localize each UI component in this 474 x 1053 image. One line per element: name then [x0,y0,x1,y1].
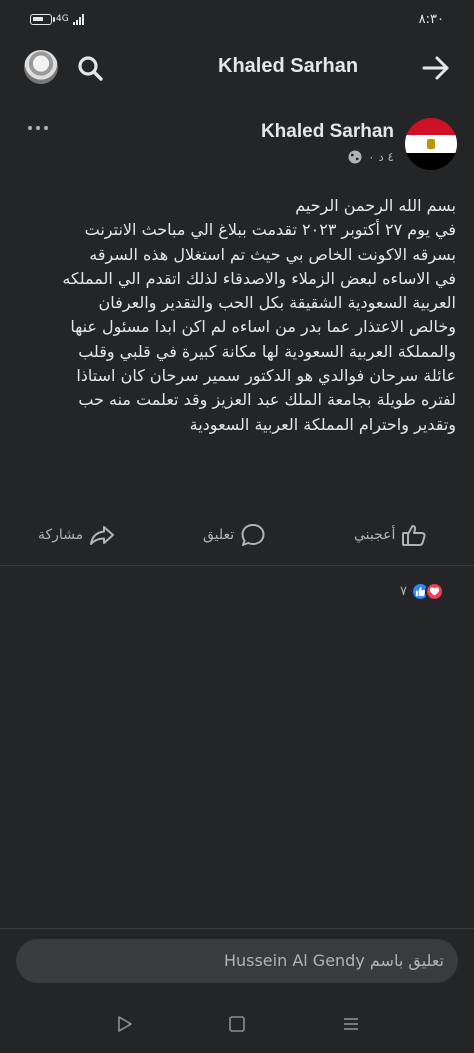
post-actions: مشاركة تعليق أعجبني [0,515,474,557]
share-button[interactable]: مشاركة [38,522,115,548]
like-button[interactable]: أعجبني [354,522,427,548]
author-avatar[interactable] [405,118,457,170]
post-line: بسم الله الرحمن الرحيم [295,196,456,215]
comment-bar: تعليق باسم Hussein Al Gendy [0,928,474,996]
globe-icon [348,150,362,164]
avatar[interactable] [24,50,58,84]
status-time: ٨:٣٠ [418,12,444,27]
post-line: والمملكة العربية السعودية لها مكانة كبير… [78,341,456,361]
comment-label: تعليق [203,527,235,543]
post-line: عائلة سرحان فوالدي هو الدكتور سمير سرحان… [76,366,456,386]
top-app-bar: Khaled Sarhan [0,42,474,94]
more-icon[interactable] [28,122,50,134]
love-reaction-icon [424,582,444,601]
status-bar: 4G ٨:٣٠ [0,0,474,40]
status-icons: 4G [30,14,84,25]
nav-home-icon[interactable] [227,1014,247,1034]
nav-recent-icon[interactable] [341,1014,361,1034]
share-label: مشاركة [38,527,84,543]
post-author-name[interactable]: Khaled Sarhan [261,121,394,143]
battery-icon [30,14,55,25]
post-line: لفتره طويلة بجامعة الملك عبد العزيز وقد … [78,390,456,410]
arrow-right-icon[interactable] [420,52,452,84]
divider [0,565,474,566]
post-line: وخالص الاعتذار عما بدر من اساءه لم اكن ا… [70,317,456,337]
search-icon[interactable] [76,54,104,82]
reaction-count: ٧ [400,584,407,599]
post-line: العربية السعودية الشقيقة بكل الحب والتقد… [98,293,456,313]
like-icon [402,525,427,546]
post-line: وتقدير واحترام المملكة العربية السعودية [189,414,456,434]
post-time: ٤ د ٠ [368,150,394,164]
post-line: في الاساءه لبعض الزملاء والاصدقاء لذلك ا… [62,268,456,288]
system-nav-bar [0,996,474,1053]
like-label: أعجبني [354,527,396,543]
signal-icon [72,14,84,25]
nav-back-icon[interactable] [115,1014,135,1034]
post-text: بسم الله الرحمن الرحيم في يوم ٢٧ أكتوبر … [24,194,456,437]
comment-icon [241,524,265,546]
network-type: 4G [56,14,69,24]
share-icon [90,526,115,545]
page-title: Khaled Sarhan [218,55,359,77]
comment-button[interactable]: تعليق [203,522,266,548]
post-meta: ٤ د ٠ [348,150,394,164]
post-line: بسرقه الاكونت الخاص بي حيث تم استغلال هذ… [89,244,456,264]
reactions-summary[interactable]: ٧ [400,582,444,601]
comment-input[interactable]: تعليق باسم Hussein Al Gendy [16,939,458,983]
post-line: في يوم ٢٧ أكتوبر ٢٠٢٣ تقدمت ببلاغ الي مب… [84,220,456,240]
